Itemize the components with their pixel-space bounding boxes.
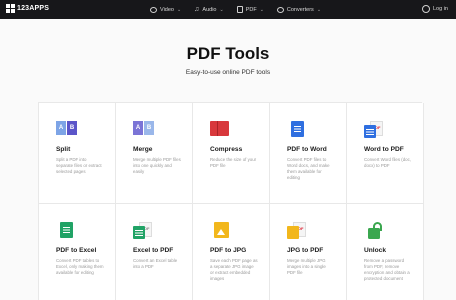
logo-grid-icon [6,4,15,13]
tool-card-split[interactable]: AB Split Split a PDF into separate files… [39,103,116,204]
login-label: Log in [433,6,448,12]
merge-icon: AB [133,121,155,141]
tool-title: Merge [133,146,153,153]
tool-card-word-to-pdf[interactable]: PDF Word to PDF Convert Word files (doc,… [347,103,424,204]
tool-description: Convert Word files (doc, docx) to PDF [364,157,412,168]
tool-description: Split a PDF into separate files or extra… [56,157,102,174]
login-button[interactable]: Log in [422,5,448,13]
tool-title: Word to PDF [364,146,404,153]
tools-grid: AB Split Split a PDF into separate files… [38,102,424,300]
unlock-icon [364,222,386,242]
tool-description: Merge multiple PDF files into one quickl… [133,157,181,174]
tool-title: Unlock [364,247,386,254]
tool-title: Compress [210,146,243,153]
chevron-down-icon: ⌄ [219,6,224,13]
tool-card-pdf-to-jpg[interactable]: PDF to JPG Save each PDF page as a separ… [193,204,270,300]
split-icon: AB [56,121,78,141]
document-icon [236,6,243,13]
tool-title: Excel to PDF [133,247,174,254]
nav-audio[interactable]: ♫ Audio ⌄ [194,6,224,13]
nav-video-label: Video [160,6,174,13]
video-icon [150,6,157,13]
nav-converters-label: Converters [286,6,314,13]
brand-logo[interactable]: 123APPS [6,4,49,13]
tool-description: Remove a password from PDF, remove encry… [364,258,410,281]
tool-card-unlock[interactable]: Unlock Remove a password from PDF, remov… [347,204,424,300]
page-subtitle: Easy-to-use online PDF tools [185,69,271,76]
tool-description: Reduce the size of your PDF file [210,157,257,168]
tool-title: Split [56,146,71,153]
music-note-icon: ♫ [194,6,200,13]
chevron-down-icon: ⌄ [259,6,264,13]
jpg-to-pdf-icon: PDF [287,222,309,242]
top-navigation-bar: 123APPS Video ⌄ ♫ Audio ⌄ PDF ⌄ Converte… [0,0,456,19]
nav-audio-label: Audio [202,6,217,13]
nav-video[interactable]: Video ⌄ [150,6,182,13]
word-to-pdf-icon: PDF [364,121,386,141]
nav-pdf[interactable]: PDF ⌄ [236,6,264,13]
tool-card-compress[interactable]: Compress Reduce the size of your PDF fil… [193,103,270,204]
nav-pdf-label: PDF [245,6,257,13]
main-nav: Video ⌄ ♫ Audio ⌄ PDF ⌄ Converters ⌄ [150,0,321,19]
tool-description: Convert PDF tables to Excel, only making… [56,258,104,275]
user-circle-icon [422,5,430,13]
nav-converters[interactable]: Converters ⌄ [276,6,322,13]
tool-card-pdf-to-excel[interactable]: PDF to Excel Convert PDF tables to Excel… [39,204,116,300]
chevron-down-icon: ⌄ [316,6,322,13]
tool-card-pdf-to-word[interactable]: PDF to Word Convert PDF files to Word do… [270,103,347,204]
compress-icon [210,121,232,141]
tool-title: PDF to JPG [210,247,247,254]
page-title: PDF Tools [186,44,270,63]
refresh-icon [276,6,284,13]
excel-to-pdf-icon: PDF [133,222,155,242]
word-doc-icon [287,121,309,141]
tool-card-merge[interactable]: AB Merge Merge multiple PDF files into o… [116,103,193,204]
tool-card-jpg-to-pdf[interactable]: PDF JPG to PDF Merge multiple JPG images… [270,204,347,300]
tool-description: Convert PDF files to Word docs, and make… [287,157,330,180]
excel-sheet-icon [56,222,78,242]
tool-card-excel-to-pdf[interactable]: PDF Excel to PDF Convert an Excel table … [116,204,193,300]
tool-title: JPG to PDF [287,247,324,254]
image-icon [210,222,232,242]
tool-description: Merge multiple JPG images into a single … [287,258,326,275]
chevron-down-icon: ⌄ [176,6,182,13]
tool-description: Save each PDF page as a separate JPG ima… [210,258,258,281]
logo-text: 123APPS [17,5,50,12]
tool-description: Convert an Excel table into a PDF [133,258,178,269]
tool-title: PDF to Excel [56,247,97,254]
tool-title: PDF to Word [287,146,327,153]
